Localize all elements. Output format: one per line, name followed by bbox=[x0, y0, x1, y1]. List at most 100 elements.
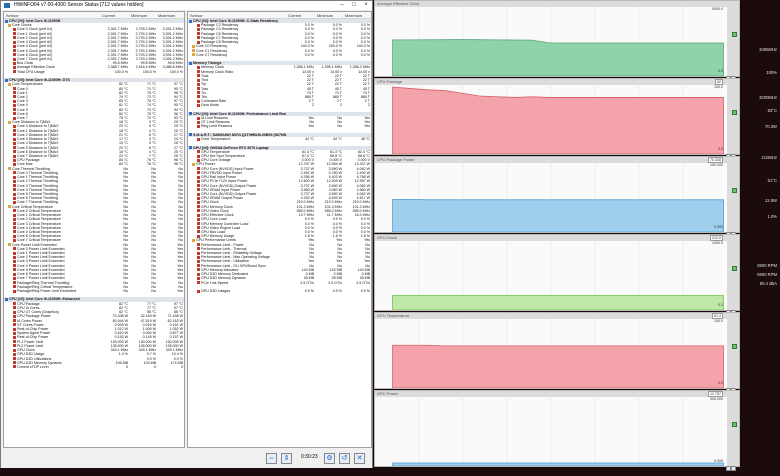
sensor-icon bbox=[197, 65, 200, 69]
collapse-icon[interactable]: ⇔ bbox=[266, 453, 277, 464]
minimize-icon[interactable]: – bbox=[336, 1, 348, 10]
sensor-icon bbox=[13, 314, 16, 318]
sensor-icon bbox=[8, 23, 11, 27]
sensor-icon bbox=[197, 74, 200, 78]
sensor-pane-left[interactable]: Sensor Current Minimum Maximum CPU [#0]:… bbox=[3, 11, 185, 448]
sensor-row[interactable]: GPU D3D Usages 0.0 % 0.0 % 0.0 % bbox=[188, 289, 371, 293]
graph-plot bbox=[375, 397, 727, 466]
sensor-icon bbox=[13, 285, 16, 289]
sensor-name: GPU D3D Usages bbox=[197, 289, 286, 293]
sensor-icon bbox=[13, 327, 16, 331]
osd-value: 1.0% bbox=[767, 214, 777, 219]
sensor-pane-right[interactable]: Sensor Current Minimum Maximum CPU [#0]:… bbox=[187, 11, 372, 448]
sensor-icon bbox=[197, 272, 200, 276]
sensor-icon bbox=[8, 243, 11, 247]
sensor-icon bbox=[13, 108, 16, 112]
graph-panel[interactable]: GPU Power 300.000 0.000 12.757 bbox=[374, 390, 740, 471]
column-header[interactable]: Sensor Current Minimum Maximum bbox=[188, 12, 371, 19]
sensor-icon bbox=[192, 53, 195, 57]
graph-panel[interactable]: GPU Temperature 100.0 0.0 61.4 bbox=[374, 312, 740, 393]
sensor-icon bbox=[13, 340, 16, 344]
sensor-icon bbox=[197, 23, 200, 27]
settings-icon[interactable]: ⚙ bbox=[324, 453, 335, 464]
sensor-icon bbox=[13, 230, 16, 234]
minimum-column-header[interactable]: Minimum bbox=[317, 12, 333, 19]
sensor-icon bbox=[13, 112, 16, 116]
graph-title: Average Effective Clock bbox=[377, 1, 420, 6]
sensor-icon bbox=[13, 247, 16, 251]
sensor-column-header[interactable]: Sensor bbox=[6, 12, 19, 19]
graph-panel[interactable]: CPU Package 100.0 0.0 82 bbox=[374, 78, 740, 159]
graph-buttons[interactable] bbox=[726, 68, 737, 81]
sensor-icon bbox=[13, 175, 16, 179]
sensor-icon bbox=[13, 137, 16, 141]
osd-value: 3386MHz bbox=[759, 47, 777, 52]
sensor-icon bbox=[197, 247, 200, 251]
sensor-icon bbox=[13, 251, 16, 255]
sensor-icon bbox=[197, 125, 200, 129]
graph-max-label: 300.000 bbox=[710, 397, 723, 401]
close-sensors-icon[interactable]: ✕ bbox=[354, 453, 365, 464]
expand-icon[interactable]: ⇕ bbox=[281, 453, 292, 464]
current-column-header[interactable]: Current bbox=[288, 12, 301, 19]
graph-series-area bbox=[392, 462, 724, 466]
reset-icon[interactable]: ↺ bbox=[339, 453, 350, 464]
sensor-column-header[interactable]: Sensor bbox=[190, 12, 203, 19]
column-header[interactable]: Sensor Current Minimum Maximum bbox=[4, 12, 184, 19]
minimum-value: 0 bbox=[154, 364, 156, 369]
title-bar[interactable]: HWiNFO64 v7.00-4300 Sensor Status [712 v… bbox=[1, 1, 372, 10]
graph-buttons[interactable] bbox=[726, 380, 737, 393]
graph-max-label: 1000.0 bbox=[712, 241, 723, 245]
graph-enable-checkbox[interactable] bbox=[732, 187, 737, 193]
graph-svg bbox=[392, 397, 724, 466]
graph-buttons[interactable] bbox=[726, 302, 737, 315]
graph-buttons[interactable] bbox=[726, 224, 737, 237]
graph-enable-checkbox[interactable] bbox=[732, 343, 737, 349]
sensor-icon bbox=[13, 323, 16, 327]
graph-series-area bbox=[392, 39, 724, 76]
sensor-icon bbox=[8, 205, 11, 209]
sensor-icon bbox=[13, 238, 16, 242]
graph-enable-checkbox[interactable] bbox=[732, 265, 737, 271]
hwinfo-window: HWiNFO64 v7.00-4300 Sensor Status [712 v… bbox=[0, 0, 373, 468]
minimum-value: 0.0 % bbox=[332, 289, 342, 293]
sensor-icon bbox=[13, 319, 16, 323]
maximize-icon[interactable]: □ bbox=[348, 1, 360, 10]
sensor-icon bbox=[197, 36, 200, 40]
graph-buttons[interactable] bbox=[726, 146, 737, 159]
sensor-icon bbox=[197, 70, 200, 74]
graph-enable-checkbox[interactable] bbox=[732, 109, 737, 115]
graph-panel[interactable]: Average Effective Clock 5000.0 0.0 bbox=[374, 0, 740, 81]
minimum-column-header[interactable]: Minimum bbox=[131, 12, 147, 19]
current-column-header[interactable]: Current bbox=[102, 12, 115, 19]
graph-current-label: 70.338 bbox=[708, 157, 723, 163]
maximum-column-header[interactable]: Maximum bbox=[345, 12, 362, 19]
close-icon[interactable]: × bbox=[360, 1, 372, 10]
graph-title: CPU Package bbox=[377, 79, 403, 84]
graph-current-label: 82 bbox=[715, 79, 723, 85]
graph-enable-checkbox[interactable] bbox=[732, 31, 737, 37]
graph-title: GPU Clock bbox=[377, 235, 397, 240]
sensor-icon bbox=[197, 226, 200, 230]
graph-current-label: 12.757 bbox=[708, 391, 723, 397]
sensor-icon bbox=[189, 133, 192, 137]
sensor-icon bbox=[192, 49, 195, 53]
graph-plot bbox=[375, 85, 727, 154]
sensor-icon bbox=[13, 70, 16, 74]
graph-max-label: 100.0 bbox=[714, 85, 723, 89]
sensor-icon bbox=[197, 99, 200, 103]
graph-panel[interactable]: GPU Clock 1000.0 0.0 210.0 bbox=[374, 234, 740, 315]
osd-value: 5900 RPM bbox=[757, 272, 777, 277]
graph-panel[interactable]: CPU Package Power 150.000 0.000 70.338 bbox=[374, 156, 740, 237]
sensor-icon bbox=[197, 175, 200, 179]
graph-buttons[interactable] bbox=[726, 458, 737, 471]
graph-max-label: 100.0 bbox=[714, 319, 723, 323]
graph-plot bbox=[375, 319, 727, 388]
graph-enable-checkbox[interactable] bbox=[732, 421, 737, 427]
graph-close-icon[interactable] bbox=[731, 466, 736, 471]
sensor-icon bbox=[13, 116, 16, 120]
sensor-icon bbox=[5, 78, 8, 82]
elapsed-time: 0:30:23 bbox=[301, 454, 318, 460]
sensor-row[interactable]: Current cTDP Level 0 0 0 bbox=[4, 365, 184, 369]
maximum-column-header[interactable]: Maximum bbox=[158, 12, 175, 19]
